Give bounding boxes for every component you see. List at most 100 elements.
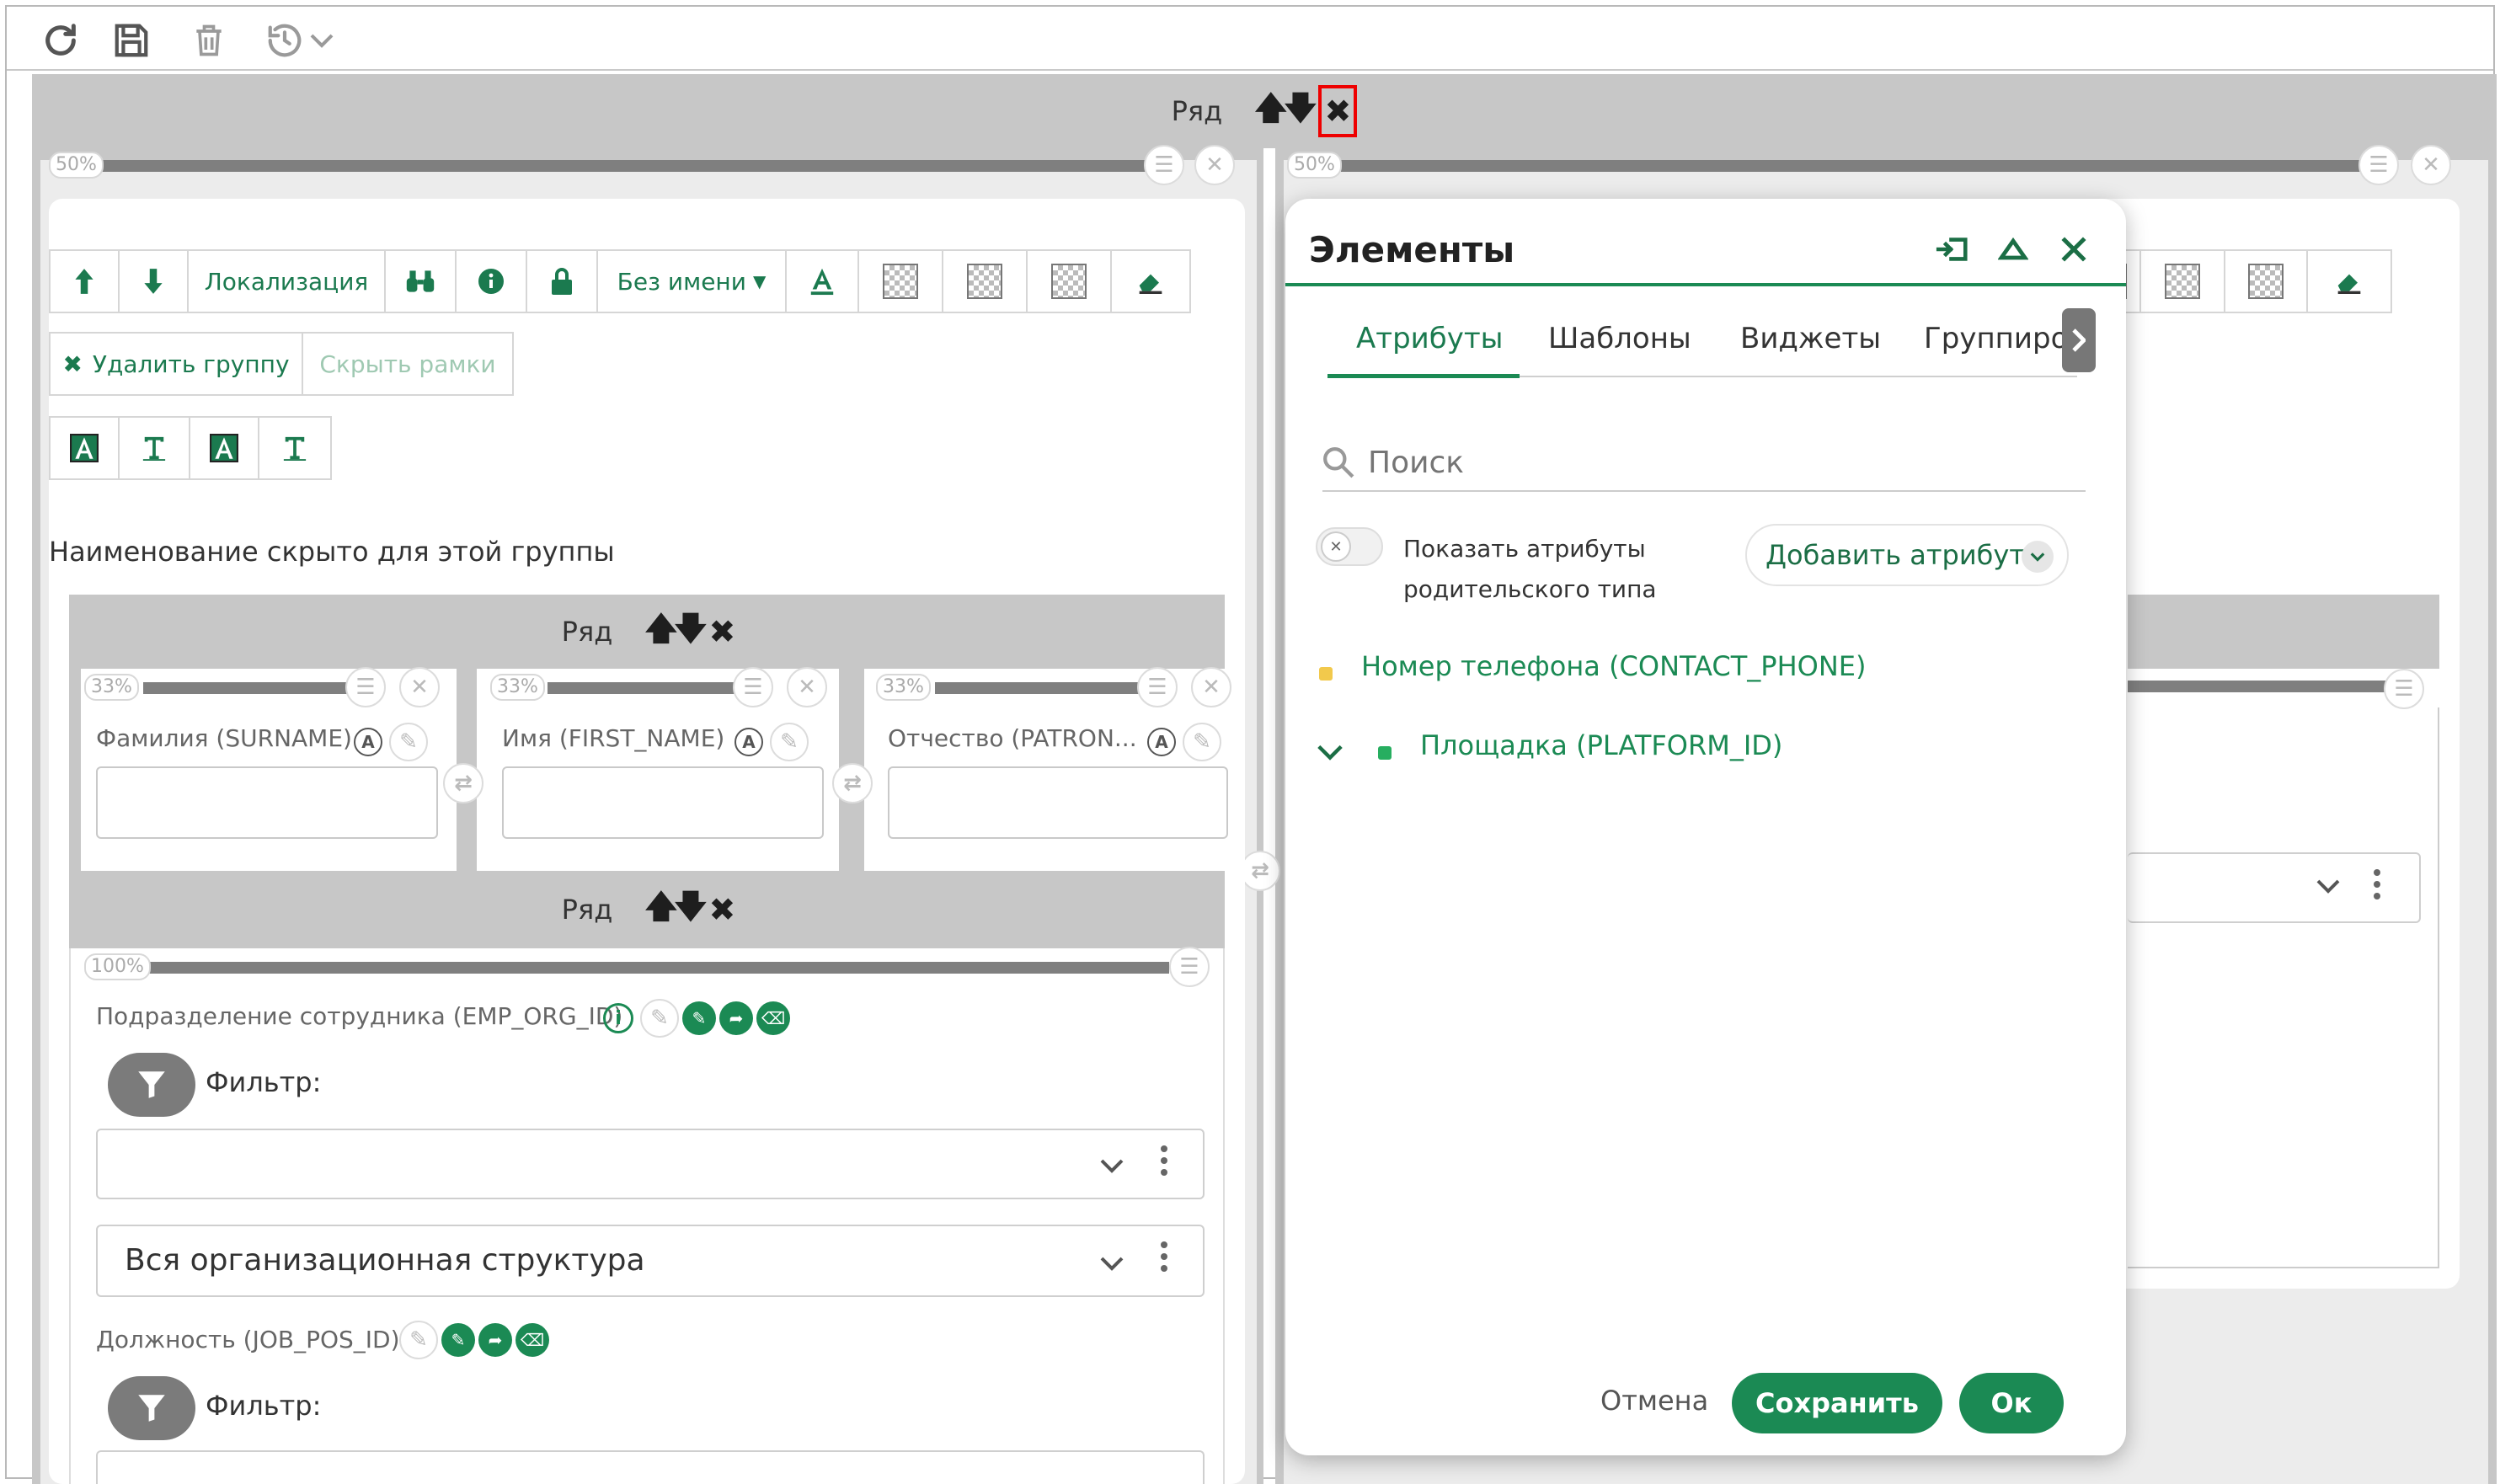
group-toolbar: Локализация Без имени ▼	[49, 249, 1191, 313]
more-icon[interactable]	[2374, 869, 2380, 899]
cell-settings-icon[interactable]: ☰	[1137, 667, 1178, 707]
cell-settings-icon[interactable]: ☰	[1169, 947, 1210, 987]
cell-settings-icon[interactable]: ☰	[345, 667, 386, 707]
cell-settings-icon[interactable]: ☰	[733, 667, 773, 707]
color-picker[interactable]	[943, 251, 1028, 312]
more-icon[interactable]	[1161, 1241, 1167, 1272]
cell-close-icon[interactable]: ✕	[787, 667, 827, 707]
right-column-width-bar[interactable]	[1341, 160, 2380, 172]
color-picker[interactable]	[2141, 251, 2225, 312]
swap-cells-icon[interactable]: ⇄	[832, 763, 873, 803]
right-row-width-bar[interactable]	[2128, 681, 2389, 692]
edit-icon[interactable]: ✎	[1183, 723, 1221, 761]
lock-icon[interactable]	[527, 251, 598, 312]
binoculars-icon[interactable]	[386, 251, 457, 312]
column-settings-icon[interactable]: ☰	[1144, 145, 1184, 185]
ok-button[interactable]: Ок	[1959, 1373, 2064, 1433]
move-up-icon[interactable]: 🡅	[1254, 84, 1287, 139]
filter-select[interactable]	[96, 1450, 1205, 1484]
attribute-item[interactable]: Номер телефона (CONTACT_PHONE)	[1361, 650, 1866, 682]
left-column-width-bar[interactable]	[88, 160, 1157, 172]
patronymic-input[interactable]	[888, 766, 1228, 839]
right-select-fragment[interactable]	[2128, 852, 2421, 923]
edit-icon[interactable]: ✎	[640, 999, 679, 1038]
move-up-icon[interactable]: 🡅	[644, 605, 677, 659]
first-name-input[interactable]	[502, 766, 824, 839]
move-down-button[interactable]	[120, 251, 189, 312]
tab-attributes[interactable]: Атрибуты	[1356, 322, 1503, 355]
column-settings-icon[interactable]: ☰	[2384, 669, 2424, 709]
eraser-icon[interactable]: ⌫	[756, 1001, 790, 1035]
move-down-icon[interactable]: 🡇	[674, 883, 707, 937]
tabs-scroll-right-icon[interactable]	[2062, 308, 2096, 372]
save-button[interactable]: Сохранить	[1732, 1373, 1942, 1433]
delete-group-button[interactable]: ✖ Удалить группу	[51, 334, 303, 394]
save-icon[interactable]	[106, 15, 157, 66]
localization-button[interactable]: Локализация	[189, 251, 386, 312]
column-close-icon[interactable]: ✕	[2411, 145, 2451, 185]
more-icon[interactable]	[1161, 1145, 1167, 1176]
dock-icon[interactable]	[1932, 229, 1973, 270]
eraser-icon[interactable]	[1112, 251, 1189, 312]
cell-width-bar[interactable]	[143, 682, 362, 694]
move-up-icon[interactable]: 🡅	[644, 883, 677, 937]
column-close-icon[interactable]: ✕	[1194, 145, 1235, 185]
remove-row-icon[interactable]: ✖	[708, 891, 735, 928]
text-format-icon[interactable]	[120, 418, 190, 478]
move-down-icon[interactable]: 🡇	[1284, 84, 1317, 139]
cell-width-bar[interactable]	[138, 962, 1169, 974]
cancel-button[interactable]: Отмена	[1600, 1385, 1708, 1417]
surname-input[interactable]	[96, 766, 438, 839]
color-picker[interactable]	[2225, 251, 2308, 312]
pencil-icon[interactable]: ✎	[441, 1323, 475, 1357]
text-bg-icon[interactable]	[51, 418, 120, 478]
color-picker[interactable]	[859, 251, 943, 312]
forward-icon[interactable]: ➦	[719, 1001, 753, 1035]
text-format-icon[interactable]	[259, 418, 330, 478]
text-bg-icon[interactable]	[190, 418, 259, 478]
refresh-icon[interactable]	[35, 15, 86, 66]
cell-close-icon[interactable]: ✕	[399, 667, 440, 707]
expand-chevron-icon[interactable]	[1316, 743, 1344, 761]
tab-groups[interactable]: Группиро	[1924, 322, 2075, 355]
pencil-icon[interactable]: ✎	[682, 1001, 716, 1035]
attribute-item[interactable]: Площадка (PLATFORM_ID)	[1420, 729, 1782, 761]
info-icon: i	[603, 1003, 633, 1033]
trash-icon[interactable]	[184, 15, 234, 66]
filter-toggle[interactable]	[108, 1376, 195, 1440]
hide-frames-button[interactable]: Скрыть рамки	[303, 334, 512, 394]
remove-row-icon[interactable]: ✖	[1318, 85, 1358, 137]
eraser-icon[interactable]: ⌫	[515, 1323, 549, 1357]
forward-icon[interactable]: ➦	[478, 1323, 512, 1357]
tab-templates[interactable]: Шаблоны	[1548, 322, 1691, 355]
collapse-icon[interactable]	[1993, 229, 2033, 270]
search-field[interactable]	[1322, 438, 2086, 492]
info-icon[interactable]	[457, 251, 527, 312]
history-icon[interactable]	[259, 15, 310, 66]
cell-width-bar[interactable]	[935, 682, 1154, 694]
close-icon[interactable]	[2054, 229, 2094, 270]
edit-icon[interactable]: ✎	[389, 723, 428, 761]
swap-columns-icon[interactable]: ⇄	[1240, 851, 1280, 891]
swap-cells-icon[interactable]: ⇄	[443, 763, 483, 803]
edit-icon[interactable]: ✎	[770, 723, 809, 761]
show-parent-attrs-toggle[interactable]: ✕	[1316, 527, 1383, 566]
eraser-icon[interactable]	[2308, 251, 2390, 312]
filter-select[interactable]	[96, 1129, 1205, 1199]
color-picker[interactable]	[1028, 251, 1112, 312]
org-structure-select[interactable]: Вся организационная структура	[96, 1225, 1205, 1297]
move-down-icon[interactable]: 🡇	[674, 605, 707, 659]
chevron-down-icon[interactable]	[307, 24, 337, 57]
remove-row-icon[interactable]: ✖	[708, 613, 735, 650]
toggle-label-line: родительского типа	[1403, 575, 1657, 603]
column-settings-icon[interactable]: ☰	[2358, 145, 2399, 185]
add-attribute-button[interactable]: Добавить атрибут	[1745, 524, 2069, 586]
move-up-button[interactable]	[51, 251, 120, 312]
text-color-icon[interactable]	[787, 251, 859, 312]
cell-close-icon[interactable]: ✕	[1191, 667, 1231, 707]
name-dropdown[interactable]: Без имени ▼	[598, 251, 787, 312]
search-input[interactable]	[1368, 443, 2059, 482]
edit-icon[interactable]: ✎	[399, 1321, 438, 1359]
filter-toggle[interactable]	[108, 1053, 195, 1117]
tab-widgets[interactable]: Виджеты	[1740, 322, 1881, 355]
